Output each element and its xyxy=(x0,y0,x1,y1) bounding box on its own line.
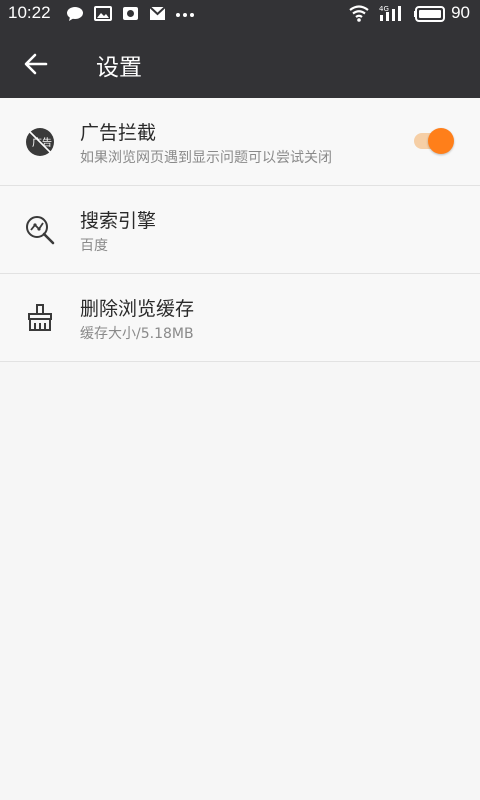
setting-title: 广告拦截 xyxy=(80,122,157,144)
setting-search-engine[interactable]: 搜索引擎 百度 xyxy=(0,186,480,274)
svg-text:4G: 4G xyxy=(379,5,389,13)
battery-icon xyxy=(414,6,445,22)
image-notification-icon xyxy=(94,6,112,21)
settings-list: 广告 广告拦截 如果浏览网页遇到显示问题可以尝试关闭 搜索引擎 百度 删除浏览缓… xyxy=(0,98,480,362)
setting-subtitle: 缓存大小/5.18MB xyxy=(80,326,194,342)
search-engine-icon xyxy=(26,216,55,245)
ad-block-icon: 广告 xyxy=(26,128,54,156)
signal-4g-icon: 4G xyxy=(379,5,401,21)
ad-block-toggle[interactable] xyxy=(410,128,456,154)
app-bar: 设置 xyxy=(0,28,480,98)
app-notification-icon xyxy=(123,7,138,20)
arrow-left-icon[interactable] xyxy=(22,50,50,78)
mail-icon xyxy=(149,6,166,20)
setting-subtitle: 如果浏览网页遇到显示问题可以尝试关闭 xyxy=(80,150,332,166)
status-time: 10:22 xyxy=(8,3,51,22)
setting-title: 搜索引擎 xyxy=(80,210,157,232)
more-dots-icon xyxy=(176,13,194,17)
page-title: 设置 xyxy=(96,55,142,81)
clear-cache-icon xyxy=(28,304,52,331)
status-bar: 10:22 4G 90 xyxy=(0,0,480,28)
setting-ad-block[interactable]: 广告 广告拦截 如果浏览网页遇到显示问题可以尝试关闭 xyxy=(0,98,480,186)
battery-level: 90 xyxy=(451,3,470,22)
setting-clear-cache[interactable]: 删除浏览缓存 缓存大小/5.18MB xyxy=(0,274,480,362)
toggle-thumb xyxy=(428,128,454,154)
wifi-icon xyxy=(349,5,369,22)
setting-subtitle: 百度 xyxy=(80,238,108,254)
chat-bubble-icon xyxy=(67,7,83,21)
setting-title: 删除浏览缓存 xyxy=(80,298,195,320)
